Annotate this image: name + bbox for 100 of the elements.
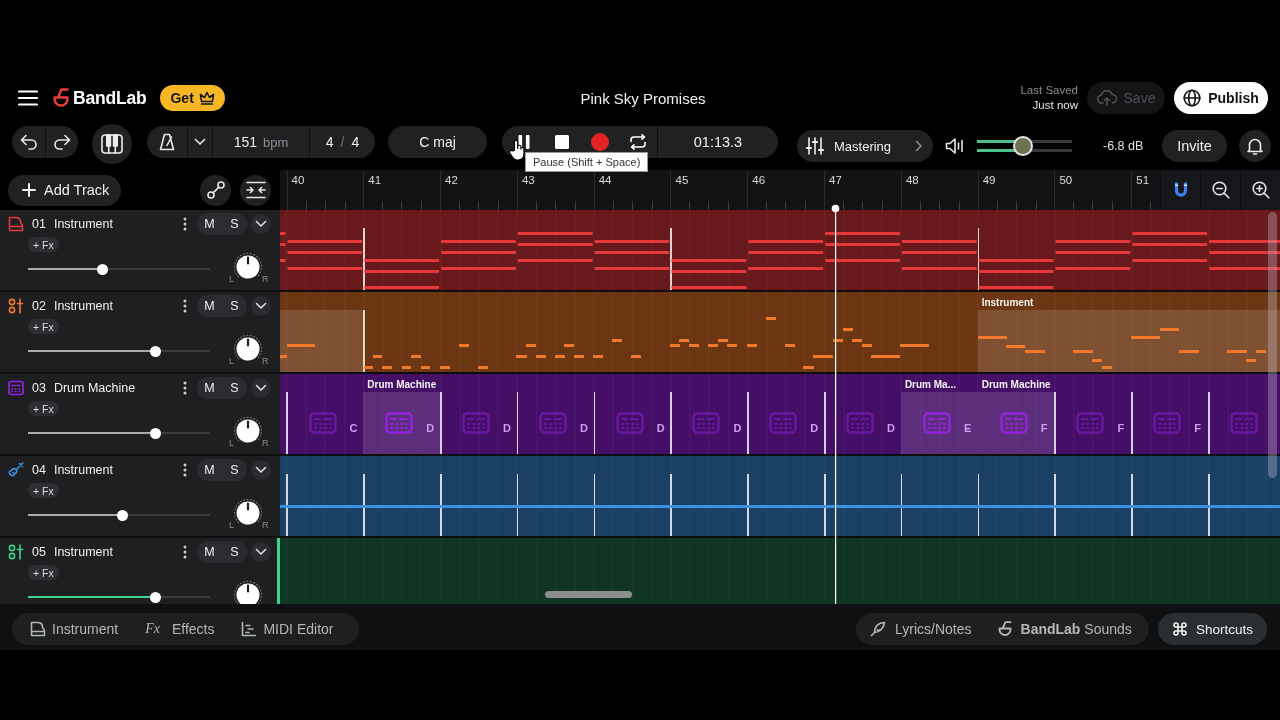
volume-thumb[interactable] [149,591,161,603]
solo-button[interactable]: S [222,377,247,399]
midi-note[interactable] [517,259,593,262]
vertical-scrollbar[interactable] [1268,212,1277,478]
publish-button[interactable]: Publish [1174,82,1268,114]
expand-track-button[interactable] [251,460,271,480]
midi-note[interactable] [517,243,593,246]
midi-note[interactable] [594,251,670,254]
expand-track-button[interactable] [251,296,271,316]
menu-icon[interactable] [18,90,38,106]
midi-note[interactable] [1132,232,1208,235]
more-options-icon[interactable] [183,463,187,477]
time-signature-field[interactable]: 4 / 4 [309,126,375,158]
keyboard-button[interactable] [92,124,132,164]
track-name[interactable]: Instrument [53,545,113,559]
volume-thumb[interactable] [97,263,109,275]
add-effects-button[interactable]: + Fx [28,401,59,416]
add-effects-button[interactable]: + Fx [28,565,59,580]
mute-button[interactable]: M [197,295,222,317]
midi-note[interactable] [901,251,977,254]
mute-button[interactable]: M [197,541,222,563]
zoom-in-button[interactable] [1240,170,1280,210]
tooltip: Pause (Shift + Space) [525,152,649,172]
expand-track-button[interactable] [251,542,271,562]
midi-note[interactable] [517,232,593,235]
track-name[interactable]: Instrument [53,217,113,231]
add-track-button[interactable]: Add Track [8,174,121,206]
clip-region[interactable]: E [900,392,978,454]
expand-track-button[interactable] [251,378,271,398]
midi-note[interactable] [280,259,286,262]
sounds-tab[interactable]: BandLab Sounds [997,613,1132,645]
midi-note[interactable] [748,251,824,254]
more-options-icon[interactable] [183,299,187,313]
mute-button[interactable]: M [197,213,222,235]
solo-button[interactable]: S [222,213,247,235]
midi-note[interactable] [901,240,977,243]
mute-button[interactable]: M [197,459,222,481]
solo-button[interactable]: S [222,295,247,317]
mute-button[interactable]: M [197,377,222,399]
midi-note[interactable] [594,267,670,270]
effects-tab[interactable]: Fx Effects [145,613,215,645]
track-header[interactable]: 02 Instrument M S + Fx L R [0,292,280,372]
midi-note[interactable] [1055,251,1131,254]
notifications-button[interactable] [1239,130,1271,162]
midi-note[interactable] [1132,243,1208,246]
invite-button[interactable]: Invite [1162,130,1227,162]
midi-note[interactable] [825,243,900,246]
upgrade-button[interactable]: Get [160,85,225,111]
volume-thumb[interactable] [117,509,129,521]
track-header[interactable]: 04 Instrument M S + Fx L R [0,456,280,536]
midi-note[interactable] [748,240,824,243]
midi-note[interactable] [1055,240,1131,243]
midi-note[interactable] [1132,259,1208,262]
clip-region[interactable]: D [363,392,441,454]
midi-note[interactable] [825,232,900,235]
instrument-tab[interactable]: Instrument [30,613,119,645]
more-options-icon[interactable] [183,381,187,395]
add-effects-button[interactable]: + Fx [28,319,59,334]
volume-thumb[interactable] [149,427,161,439]
speaker-icon[interactable] [945,137,965,155]
midi-note[interactable] [287,251,363,254]
midi-note[interactable] [594,240,670,243]
midi-note[interactable] [280,232,286,235]
solo-button[interactable]: S [222,459,247,481]
mastering-button[interactable]: Mastering [797,130,933,162]
snap-button[interactable] [1160,170,1200,210]
midi-note[interactable] [1055,267,1131,270]
expand-track-button[interactable] [251,214,271,234]
shortcuts-button[interactable]: Shortcuts [1158,613,1267,645]
key-button[interactable]: C maj [388,126,487,158]
fit-button[interactable] [240,174,271,206]
zoom-out-button[interactable] [1200,170,1240,210]
volume-thumb[interactable] [1012,136,1033,156]
midi-editor-tab[interactable]: MIDI Editor [241,613,334,645]
more-options-icon[interactable] [183,545,187,559]
tempo-field[interactable]: 151 bpm [212,126,309,158]
midi-note[interactable] [287,240,363,243]
horizontal-scrollbar[interactable] [545,591,632,598]
add-effects-button[interactable]: + Fx [28,483,59,498]
volume-thumb[interactable] [149,345,161,357]
track-name[interactable]: Instrument [53,299,113,313]
midi-note[interactable] [825,259,900,262]
track-header[interactable]: 05 Instrument M S + Fx [0,538,280,604]
track-header[interactable]: 01 Instrument M S + Fx L R [0,210,280,290]
solo-button[interactable]: S [222,541,247,563]
midi-note[interactable] [901,267,977,270]
track-header[interactable]: 03 Drum Machine M S + Fx L R [0,374,280,454]
lyrics-notes-tab[interactable]: Lyrics/Notes [870,613,972,645]
midi-note[interactable] [287,267,363,270]
automation-button[interactable] [200,174,231,206]
midi-note[interactable] [748,267,824,270]
midi-note[interactable] [280,243,286,246]
playhead[interactable] [831,204,840,604]
track-name[interactable]: Instrument [53,463,113,477]
clip-region[interactable]: F [977,392,1055,454]
more-options-icon[interactable] [183,217,187,231]
loop-marker [977,228,980,290]
track-name[interactable]: Drum Machine [53,381,136,395]
add-effects-button[interactable]: + Fx [28,237,59,252]
pan-knob[interactable] [233,580,263,604]
